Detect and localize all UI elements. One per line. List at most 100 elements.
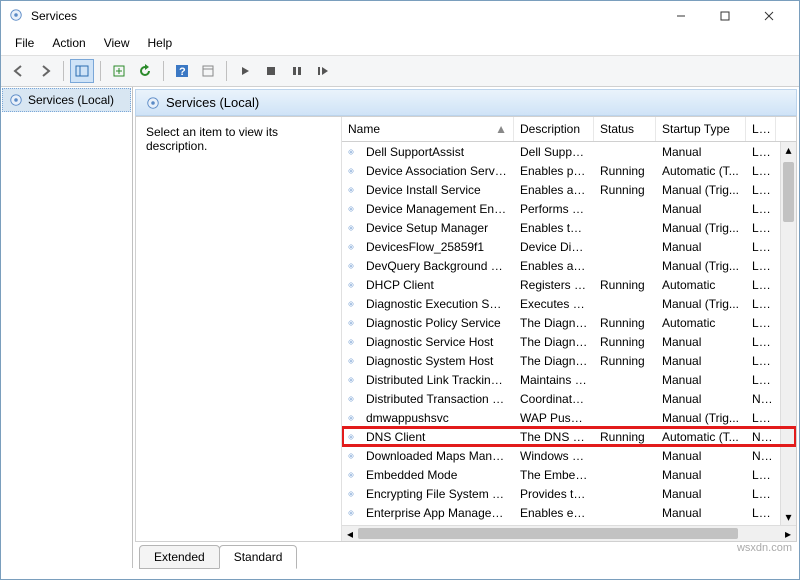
column-status[interactable]: Status [594, 117, 656, 141]
gear-icon [342, 315, 360, 331]
cell-name: Diagnostic System Host [360, 353, 514, 369]
show-hide-tree-button[interactable] [70, 59, 94, 83]
refresh-button[interactable] [133, 59, 157, 83]
cell-name: Embedded Mode [360, 467, 514, 483]
service-row[interactable]: Device Management Enroll...Performs D...… [342, 199, 796, 218]
scroll-thumb[interactable] [358, 528, 738, 539]
vertical-scrollbar[interactable]: ▴ ▾ [780, 142, 796, 525]
column-description[interactable]: Description [514, 117, 594, 141]
toolbar-separator [163, 61, 164, 81]
column-headers[interactable]: Name ▲ Description Status Startup Type L… [342, 117, 796, 142]
close-button[interactable] [747, 2, 791, 30]
service-row[interactable]: Downloaded Maps ManagerWindows se...Manu… [342, 446, 796, 465]
service-row[interactable]: Diagnostic Service HostThe Diagno...Runn… [342, 332, 796, 351]
horizontal-scrollbar[interactable]: ◂ ▸ [342, 525, 796, 541]
tree-node-services-local[interactable]: Services (Local) [2, 88, 131, 112]
scroll-up-icon[interactable]: ▴ [781, 142, 796, 158]
tree-pane: Services (Local) [1, 87, 133, 568]
service-row[interactable]: Enterprise App Managemen...Enables ent..… [342, 503, 796, 522]
properties-button[interactable] [196, 59, 220, 83]
cell-logon: Loc [746, 144, 776, 160]
cell-logon: Loc [746, 182, 776, 198]
cell-logon: Loc [746, 315, 776, 331]
nav-back-button[interactable] [7, 59, 31, 83]
cell-logon: Loc [746, 334, 776, 350]
gear-icon [9, 93, 23, 107]
title-bar: Services [1, 1, 799, 31]
tab-standard[interactable]: Standard [219, 545, 298, 569]
service-row[interactable]: Diagnostic System HostThe Diagno...Runni… [342, 351, 796, 370]
start-service-button[interactable] [233, 59, 257, 83]
gear-icon [342, 296, 360, 312]
service-row[interactable]: DevQuery Background Disc...Enables app..… [342, 256, 796, 275]
services-list: Name ▲ Description Status Startup Type L… [342, 117, 796, 541]
cell-name: Device Association Service [360, 163, 514, 179]
service-row[interactable]: Device Setup ManagerEnables the ...Manua… [342, 218, 796, 237]
description-prompt: Select an item to view its description. [146, 125, 278, 153]
scroll-left-icon[interactable]: ◂ [342, 526, 358, 541]
service-row[interactable]: Embedded ModeThe Embed...ManualLoc [342, 465, 796, 484]
cell-description: WAP Push ... [514, 410, 594, 426]
scroll-down-icon[interactable]: ▾ [781, 509, 796, 525]
cell-startup: Manual [656, 353, 746, 369]
help-button[interactable]: ? [170, 59, 194, 83]
cell-startup: Automatic [656, 315, 746, 331]
cell-startup: Manual (Trig... [656, 258, 746, 274]
service-row[interactable]: Diagnostic Execution ServiceExecutes dia… [342, 294, 796, 313]
cell-status [594, 246, 656, 248]
service-row[interactable]: Encrypting File System (EFS)Provides th.… [342, 484, 796, 503]
cell-logon: Loc [746, 220, 776, 236]
stop-service-button[interactable] [259, 59, 283, 83]
restart-service-button[interactable] [311, 59, 335, 83]
service-row[interactable]: dmwappushsvcWAP Push ...Manual (Trig...L… [342, 408, 796, 427]
rows-container: Dell SupportAssistDell Suppor...ManualLo… [342, 142, 796, 525]
cell-status [594, 227, 656, 229]
description-panel: Select an item to view its description. [136, 117, 342, 541]
scroll-thumb[interactable] [783, 162, 794, 222]
service-row[interactable]: DNS ClientThe DNS Cli...RunningAutomatic… [342, 427, 796, 446]
cell-description: The DNS Cli... [514, 429, 594, 445]
cell-name: Distributed Transaction Co... [360, 391, 514, 407]
export-list-button[interactable] [107, 59, 131, 83]
service-row[interactable]: Device Association ServiceEnables pair..… [342, 161, 796, 180]
scroll-right-icon[interactable]: ▸ [780, 526, 796, 541]
menu-help[interactable]: Help [140, 33, 181, 53]
cell-status [594, 512, 656, 514]
cell-name: Encrypting File System (EFS) [360, 486, 514, 502]
gear-icon [342, 239, 360, 255]
menu-file[interactable]: File [7, 33, 42, 53]
service-row[interactable]: Distributed Transaction Co...Coordinates… [342, 389, 796, 408]
content-area: Services (Local) Services (Local) Select… [1, 87, 799, 568]
toolbar-separator [226, 61, 227, 81]
maximize-button[interactable] [703, 2, 747, 30]
column-name[interactable]: Name ▲ [342, 117, 514, 141]
service-row[interactable]: Device Install ServiceEnables a c...Runn… [342, 180, 796, 199]
service-row[interactable]: DHCP ClientRegisters an...RunningAutomat… [342, 275, 796, 294]
service-row[interactable]: Distributed Link Tracking Cl...Maintains… [342, 370, 796, 389]
toolbar: ? [1, 56, 799, 87]
menu-view[interactable]: View [96, 33, 138, 53]
cell-startup: Manual [656, 239, 746, 255]
cell-logon: Loc [746, 467, 776, 483]
service-row[interactable]: Dell SupportAssistDell Suppor...ManualLo… [342, 142, 796, 161]
column-logon[interactable]: Log [746, 117, 776, 141]
service-row[interactable]: DevicesFlow_25859f1Device Disc...ManualL… [342, 237, 796, 256]
nav-forward-button[interactable] [33, 59, 57, 83]
menu-action[interactable]: Action [44, 33, 93, 53]
toolbar-separator [63, 61, 64, 81]
cell-status: Running [594, 163, 656, 179]
gear-icon [342, 334, 360, 350]
pause-service-button[interactable] [285, 59, 309, 83]
cell-description: Enables pair... [514, 163, 594, 179]
pane-header: Services (Local) [135, 89, 797, 116]
cell-logon: Net [746, 429, 776, 445]
column-startup[interactable]: Startup Type [656, 117, 746, 141]
cell-startup: Manual (Trig... [656, 296, 746, 312]
cell-status: Running [594, 429, 656, 445]
minimize-button[interactable] [659, 2, 703, 30]
cell-description: Enables the ... [514, 220, 594, 236]
service-row[interactable]: Diagnostic Policy ServiceThe Diagno...Ru… [342, 313, 796, 332]
tab-extended[interactable]: Extended [139, 545, 220, 569]
cell-description: Device Disc... [514, 239, 594, 255]
toolbar-separator [100, 61, 101, 81]
